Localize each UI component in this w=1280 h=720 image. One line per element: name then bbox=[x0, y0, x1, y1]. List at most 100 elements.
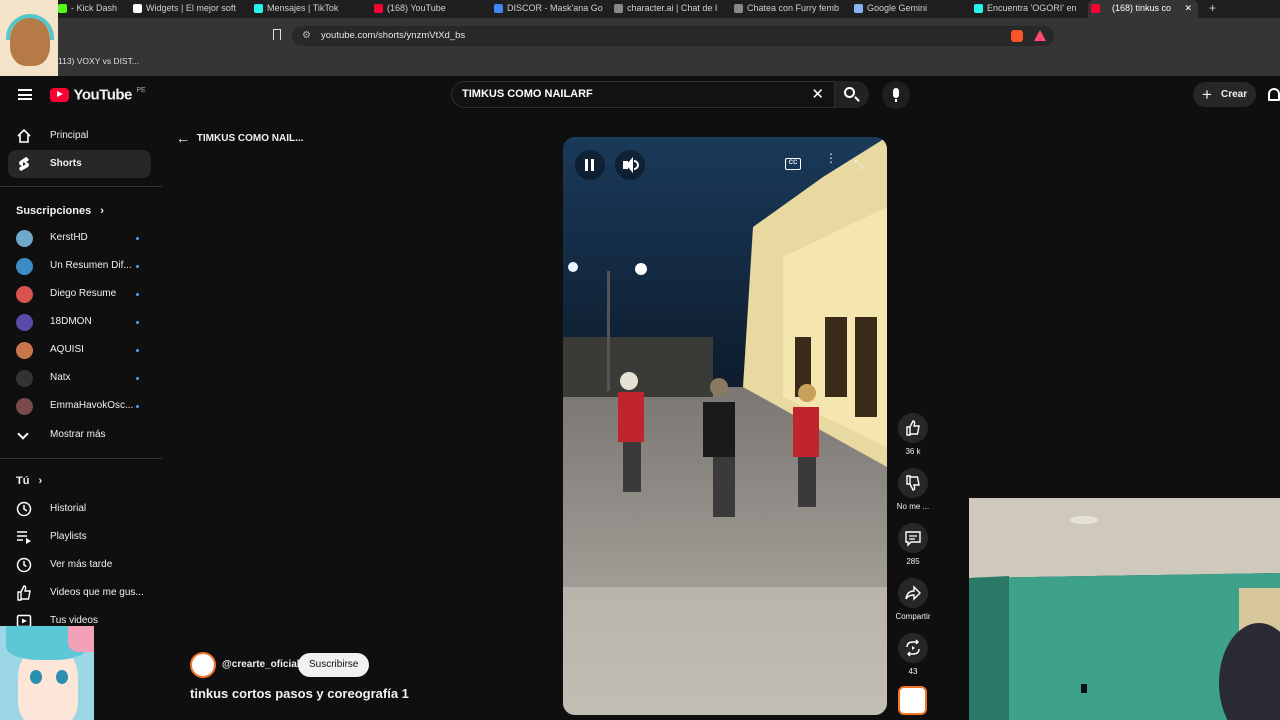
playlists-icon bbox=[16, 529, 32, 545]
search-input[interactable]: TIMKUS COMO NAILARF ✕ bbox=[451, 81, 835, 108]
browser-tab[interactable]: character.ai | Chat de I bbox=[611, 0, 729, 18]
new-tab-icon[interactable]: + bbox=[1209, 0, 1216, 17]
sidebar-item-shorts[interactable]: Shorts bbox=[8, 150, 151, 178]
video-frame bbox=[563, 137, 887, 715]
tab-favicon-icon bbox=[734, 4, 743, 13]
bookmark-icon[interactable] bbox=[273, 29, 281, 40]
notifications-icon[interactable] bbox=[1268, 88, 1280, 101]
sidebar-item-subscription[interactable]: 18DMON bbox=[8, 308, 151, 336]
comments-button[interactable]: 285 bbox=[895, 523, 931, 566]
browser-tab-active[interactable]: (168) tinkus co ✕ bbox=[1088, 0, 1198, 18]
channel-avatar bbox=[16, 398, 33, 415]
subscriptions-header[interactable]: Suscripciones › bbox=[16, 205, 104, 217]
sidebar-divider bbox=[0, 186, 162, 187]
channel-avatar[interactable] bbox=[190, 652, 216, 678]
headphones-icon bbox=[6, 14, 54, 40]
site-info-icon[interactable]: ⚙ bbox=[302, 26, 311, 46]
home-icon bbox=[16, 128, 32, 144]
short-title: tinkus cortos pasos y coreografía 1 bbox=[190, 686, 409, 701]
new-content-dot bbox=[136, 237, 139, 240]
tab-favicon-icon bbox=[854, 4, 863, 13]
sidebar-item-home[interactable]: Principal bbox=[8, 122, 151, 150]
dislike-button[interactable]: No me ... bbox=[895, 468, 931, 511]
sound-thumbnail[interactable] bbox=[898, 686, 927, 715]
more-options-icon[interactable]: ⋮ bbox=[825, 152, 837, 164]
new-content-dot bbox=[136, 405, 139, 408]
bookmark-item[interactable]: 113) VOXY vs DIST... bbox=[58, 56, 139, 66]
share-button[interactable]: Compartir bbox=[895, 578, 931, 621]
sidebar-item-subscription[interactable]: Diego Resume bbox=[8, 280, 151, 308]
tab-favicon-icon bbox=[133, 4, 142, 13]
tab-favicon-icon bbox=[1091, 4, 1100, 13]
channel-name[interactable]: @crearte_oficial bbox=[222, 659, 300, 670]
search-button[interactable] bbox=[835, 81, 869, 108]
chevron-down-icon bbox=[17, 428, 29, 440]
rewards-icon[interactable] bbox=[1034, 30, 1046, 41]
captions-button[interactable]: CC bbox=[785, 158, 801, 170]
clear-search-icon[interactable]: ✕ bbox=[811, 82, 824, 107]
browser-tab[interactable]: DISCOR - Mask'ana Go bbox=[491, 0, 609, 18]
history-icon bbox=[16, 501, 32, 517]
arrow-left-icon: ← bbox=[176, 130, 190, 146]
watch-later-icon bbox=[16, 557, 32, 573]
volume-button[interactable] bbox=[615, 150, 645, 180]
channel-avatar bbox=[16, 314, 33, 331]
sidebar-item-watch-later[interactable]: Ver más tarde bbox=[8, 551, 151, 579]
browser-tab-bar: - Kick Dash Widgets | El mejor soft Mens… bbox=[0, 0, 1280, 18]
sidebar-divider bbox=[0, 458, 162, 459]
like-button[interactable]: 36 k bbox=[895, 413, 931, 456]
browser-tab[interactable]: (168) YouTube bbox=[371, 0, 489, 18]
webcam-overlay bbox=[969, 498, 1280, 720]
fullscreen-icon[interactable]: ⤡ bbox=[854, 157, 864, 172]
sidebar-item-subscription[interactable]: EmmaHavokOsc... bbox=[8, 392, 151, 420]
pause-icon bbox=[585, 159, 588, 171]
sidebar-item-playlists[interactable]: Playlists bbox=[8, 523, 151, 551]
new-content-dot bbox=[136, 265, 139, 268]
tab-favicon-icon bbox=[494, 4, 503, 13]
plus-icon: + bbox=[1202, 85, 1212, 104]
liked-icon bbox=[16, 585, 32, 601]
youtube-play-icon bbox=[50, 87, 69, 102]
sidebar-item-liked-videos[interactable]: Videos que me gus... bbox=[8, 579, 151, 607]
sidebar-item-subscription[interactable]: Natx bbox=[8, 364, 151, 392]
menu-icon[interactable] bbox=[18, 89, 32, 100]
browser-tab[interactable]: Widgets | El mejor soft bbox=[130, 0, 250, 18]
create-button[interactable]: + Crear bbox=[1193, 82, 1256, 107]
comment-icon bbox=[898, 523, 928, 553]
new-content-dot bbox=[136, 293, 139, 296]
sidebar-item-subscription[interactable]: AQUISI bbox=[8, 336, 151, 364]
back-button[interactable]: ← TIMKUS COMO NAIL... bbox=[176, 130, 303, 146]
new-content-dot bbox=[136, 321, 139, 324]
channel-avatar bbox=[16, 342, 33, 359]
microphone-icon bbox=[893, 88, 899, 98]
pause-button[interactable] bbox=[575, 150, 605, 180]
tab-favicon-icon bbox=[58, 4, 67, 13]
subscribe-button[interactable]: Suscribirse bbox=[298, 653, 370, 677]
channel-avatar bbox=[16, 230, 33, 247]
close-tab-icon[interactable]: ✕ bbox=[1184, 0, 1192, 17]
browser-tab[interactable]: - Kick Dash bbox=[55, 0, 130, 18]
streamer-avatar-overlay bbox=[0, 0, 58, 88]
show-more-button[interactable]: Mostrar más bbox=[8, 421, 151, 449]
new-content-dot bbox=[136, 377, 139, 380]
tab-favicon-icon bbox=[254, 4, 263, 13]
browser-tab[interactable]: Encuentra 'OGORI' en bbox=[971, 0, 1084, 18]
sidebar-item-subscription[interactable]: Un Resumen Dif... bbox=[8, 252, 151, 280]
tab-favicon-icon bbox=[614, 4, 623, 13]
thumbs-up-icon bbox=[898, 413, 928, 443]
remix-button[interactable]: 43 bbox=[895, 633, 931, 676]
browser-tab[interactable]: Google Gemini bbox=[851, 0, 969, 18]
browser-tab[interactable]: Chatea con Furry femb bbox=[731, 0, 849, 18]
remix-icon bbox=[898, 633, 928, 663]
address-bar[interactable]: ⚙ youtube.com/shorts/ynzmVtXd_bs bbox=[292, 26, 1054, 46]
sidebar-item-history[interactable]: Historial bbox=[8, 495, 151, 523]
sidebar-item-subscription[interactable]: KerstHD bbox=[8, 224, 151, 252]
short-video-player[interactable]: CC ⋮ ⤡ bbox=[563, 137, 887, 715]
tab-favicon-icon bbox=[374, 4, 383, 13]
voice-search-button[interactable] bbox=[882, 81, 910, 109]
bookmarks-bar: 113) VOXY vs DIST... bbox=[0, 54, 1280, 76]
youtube-logo[interactable]: YouTube PE bbox=[50, 86, 146, 104]
brave-shield-icon[interactable] bbox=[1011, 30, 1023, 42]
browser-tab[interactable]: Mensajes | TikTok bbox=[251, 0, 369, 18]
you-header[interactable]: Tú › bbox=[16, 475, 42, 487]
